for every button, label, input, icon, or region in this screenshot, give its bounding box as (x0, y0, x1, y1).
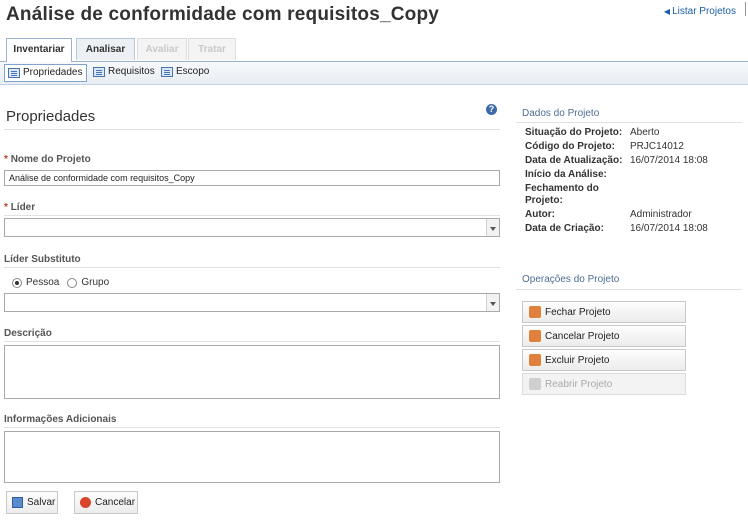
chevron-down-icon (486, 294, 499, 311)
divider (4, 129, 500, 130)
radio-pessoa[interactable] (12, 277, 22, 288)
radio-group: Pessoa Grupo (12, 277, 109, 288)
subtab-propriedades[interactable]: Propriedades (4, 64, 88, 82)
help-icon[interactable]: ? (486, 104, 497, 115)
divider (4, 267, 500, 268)
cancel-icon (80, 497, 91, 508)
dados-value: Aberto (630, 127, 660, 138)
subtab-escopo[interactable]: Escopo (158, 64, 213, 80)
radio-grupo-label: Grupo (81, 277, 110, 288)
subtab-bar: Propriedades Requisitos Escopo (0, 62, 748, 85)
excluir-projeto-button[interactable]: Excluir Projeto (522, 349, 686, 371)
dados-key: Situação do Projeto: (525, 127, 623, 138)
chevron-left-icon: ◀ (663, 7, 671, 16)
chevron-down-icon (486, 219, 499, 236)
descricao-textarea[interactable] (4, 345, 500, 399)
tab-avaliar: Avaliar (137, 38, 187, 60)
radio-grupo[interactable] (67, 277, 78, 288)
operacoes-title: Operações do Projeto (522, 274, 620, 285)
dados-key: Início da Análise: (525, 169, 607, 180)
required-mark: * (4, 202, 8, 213)
section-heading: Propriedades (6, 108, 96, 125)
dados-title: Dados do Projeto (522, 108, 600, 119)
dados-key: Código do Projeto: (525, 141, 615, 152)
tab-inventariar[interactable]: Inventariar (6, 38, 72, 62)
save-button[interactable]: Salvar (6, 491, 58, 514)
tab-analisar[interactable]: Analisar (76, 38, 135, 60)
divider (516, 122, 742, 123)
op-label: Reabrir Projeto (545, 378, 613, 390)
cancel-button[interactable]: Cancelar (74, 491, 138, 514)
op-label: Excluir Projeto (545, 354, 610, 366)
cancelar-projeto-button[interactable]: Cancelar Projeto (522, 325, 686, 347)
delete-project-icon (529, 354, 541, 366)
divider (4, 215, 500, 216)
subtab-requisitos[interactable]: Requisitos (90, 64, 159, 80)
header-divider (745, 2, 746, 16)
floppy-icon (12, 497, 23, 508)
divider (4, 341, 500, 342)
nome-label: * Nome do Projeto (4, 154, 91, 165)
list-projects-label: Listar Projetos (672, 6, 736, 17)
subtab-label: Requisitos (108, 66, 155, 77)
list-projects-link[interactable]: ◀ Listar Projetos (664, 6, 736, 17)
info-label: Informações Adicionais (4, 414, 117, 425)
lider-label-text: Líder (10, 202, 36, 213)
dados-key: Autor: (525, 209, 555, 220)
radio-pessoa-label: Pessoa (26, 277, 60, 288)
save-label: Salvar (27, 497, 56, 508)
dados-key: Fechamento do Projeto: (525, 183, 599, 206)
close-project-icon (529, 306, 541, 318)
dados-value: Administrador (630, 209, 692, 220)
lider-substituto-select[interactable] (4, 293, 500, 312)
divider (516, 289, 742, 290)
tab-tratar: Tratar (188, 38, 236, 60)
reabrir-projeto-button: Reabrir Projeto (522, 373, 686, 395)
dados-key: Data de Criação: (525, 223, 604, 234)
page-title: Análise de conformidade com requisitos_C… (6, 4, 440, 25)
subtab-label: Escopo (176, 66, 210, 77)
dados-value: 16/07/2014 18:08 (630, 223, 708, 234)
nome-label-text: Nome do Projeto (10, 154, 91, 165)
lider-select[interactable] (4, 218, 500, 237)
tab-strip: Inventariar Analisar Avaliar Tratar (0, 38, 748, 62)
op-label: Cancelar Projeto (545, 330, 620, 342)
reopen-project-icon (529, 378, 541, 390)
scope-icon (161, 67, 173, 77)
nome-input[interactable]: Análise de conformidade com requisitos_C… (4, 170, 500, 186)
divider (4, 427, 500, 428)
lider-substituto-label: Líder Substituto (4, 254, 81, 265)
required-mark: * (4, 154, 8, 165)
dados-key: Data de Atualização: (525, 155, 623, 166)
descricao-label: Descrição (4, 328, 52, 339)
dados-value: 16/07/2014 18:08 (630, 155, 708, 166)
subtab-label: Propriedades (23, 67, 83, 78)
fechar-projeto-button[interactable]: Fechar Projeto (522, 301, 686, 323)
cancel-project-icon (529, 330, 541, 342)
lider-label: * Líder (4, 202, 35, 213)
op-label: Fechar Projeto (545, 306, 611, 318)
requirements-icon (93, 67, 105, 77)
cancel-label: Cancelar (95, 497, 136, 508)
info-textarea[interactable] (4, 431, 500, 483)
dados-value: PRJC14012 (630, 141, 684, 152)
properties-icon (8, 68, 20, 78)
